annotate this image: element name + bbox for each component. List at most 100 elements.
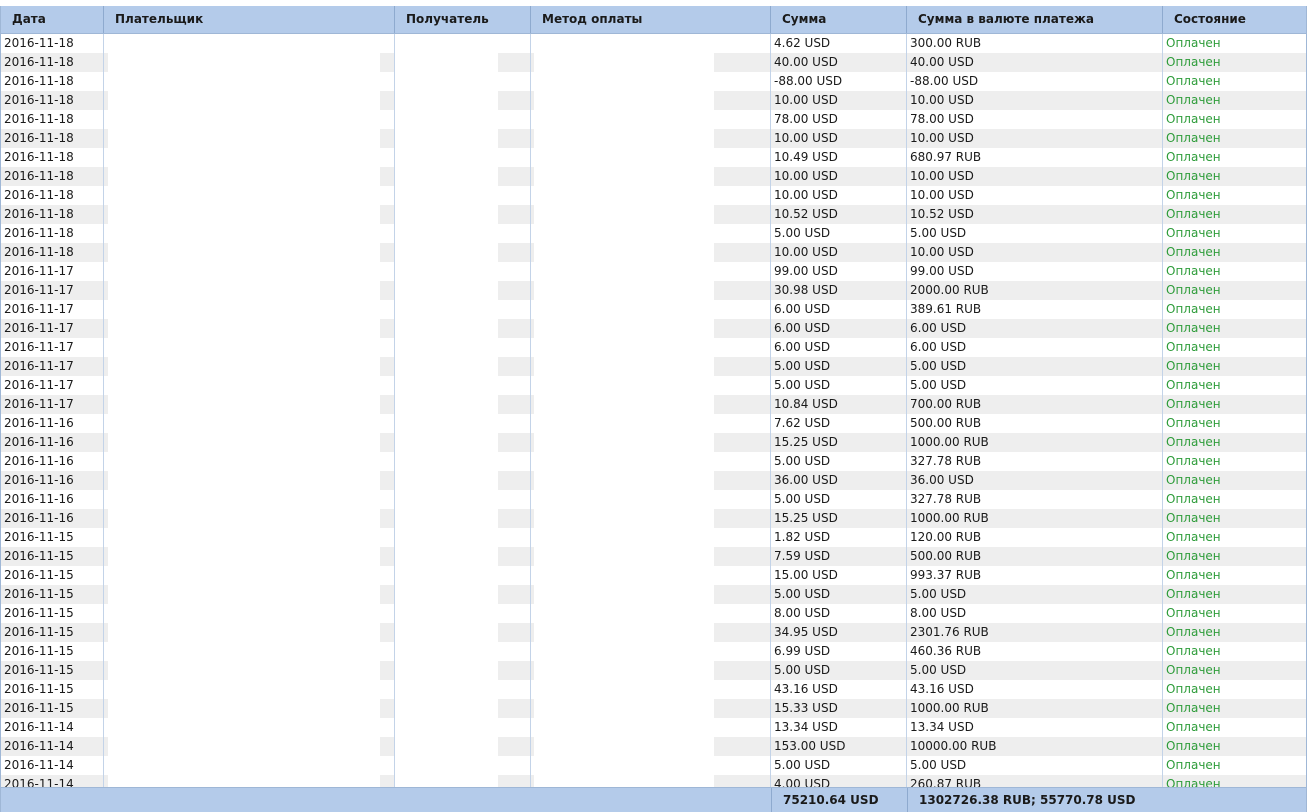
table-row[interactable]: 2016-11-16 5.00 USD 327.78 RUB Оплачен	[1, 490, 1306, 509]
table-row[interactable]: 2016-11-17 99.00 USD 99.00 USD Оплачен	[1, 262, 1306, 281]
cell-payment-method	[531, 414, 771, 433]
table-row[interactable]: 2016-11-14 153.00 USD 10000.00 RUB Оплачен	[1, 737, 1306, 756]
cell-date: 2016-11-15	[1, 623, 104, 642]
cell-amount: 5.00 USD	[771, 224, 907, 243]
cell-recipient	[395, 319, 531, 338]
cell-amount: 30.98 USD	[771, 281, 907, 300]
table-row[interactable]: 2016-11-17 6.00 USD 389.61 RUB Оплачен	[1, 300, 1306, 319]
column-header-payment-currency-amount[interactable]: Сумма в валюте платежа	[907, 6, 1163, 33]
cell-recipient	[395, 167, 531, 186]
cell-payment-method	[531, 699, 771, 718]
cell-payment-method	[531, 319, 771, 338]
table-row[interactable]: 2016-11-16 7.62 USD 500.00 RUB Оплачен	[1, 414, 1306, 433]
table-row[interactable]: 2016-11-15 43.16 USD 43.16 USD Оплачен	[1, 680, 1306, 699]
cell-status: Оплачен	[1166, 226, 1221, 240]
cell-date: 2016-11-18	[1, 110, 104, 129]
table-row[interactable]: 2016-11-15 5.00 USD 5.00 USD Оплачен	[1, 661, 1306, 680]
table-row[interactable]: 2016-11-14 5.00 USD 5.00 USD Оплачен	[1, 756, 1306, 775]
table-row[interactable]: 2016-11-17 5.00 USD 5.00 USD Оплачен	[1, 376, 1306, 395]
table-row[interactable]: 2016-11-15 8.00 USD 8.00 USD Оплачен	[1, 604, 1306, 623]
cell-payer	[104, 471, 395, 490]
cell-payer	[104, 262, 395, 281]
cell-amount: 5.00 USD	[771, 376, 907, 395]
table-row[interactable]: 2016-11-17 6.00 USD 6.00 USD Оплачен	[1, 338, 1306, 357]
cell-date: 2016-11-18	[1, 243, 104, 262]
cell-payment-method	[531, 224, 771, 243]
table-row[interactable]: 2016-11-16 36.00 USD 36.00 USD Оплачен	[1, 471, 1306, 490]
table-row[interactable]: 2016-11-18 10.00 USD 10.00 USD Оплачен	[1, 243, 1306, 262]
column-header-status[interactable]: Состояние	[1163, 6, 1299, 33]
cell-amount: 10.00 USD	[771, 91, 907, 110]
cell-payment-currency-amount: 500.00 RUB	[907, 547, 1163, 566]
table-row[interactable]: 2016-11-18 4.62 USD 300.00 RUB Оплачен	[1, 34, 1306, 53]
table-row[interactable]: 2016-11-15 7.59 USD 500.00 RUB Оплачен	[1, 547, 1306, 566]
table-row[interactable]: 2016-11-18 10.52 USD 10.52 USD Оплачен	[1, 205, 1306, 224]
column-header-date[interactable]: Дата	[1, 6, 104, 33]
table-row[interactable]: 2016-11-18 10.00 USD 10.00 USD Оплачен	[1, 167, 1306, 186]
table-row[interactable]: 2016-11-15 15.00 USD 993.37 RUB Оплачен	[1, 566, 1306, 585]
cell-amount: 5.00 USD	[771, 452, 907, 471]
cell-amount: 34.95 USD	[771, 623, 907, 642]
column-header-payment-method[interactable]: Метод оплаты	[531, 6, 771, 33]
cell-payment-currency-amount: 40.00 USD	[907, 53, 1163, 72]
cell-payment-currency-amount: 36.00 USD	[907, 471, 1163, 490]
table-row[interactable]: 2016-11-16 5.00 USD 327.78 RUB Оплачен	[1, 452, 1306, 471]
cell-amount: 99.00 USD	[771, 262, 907, 281]
cell-payer	[104, 186, 395, 205]
cell-status: Оплачен	[1166, 55, 1221, 69]
table-row[interactable]: 2016-11-17 6.00 USD 6.00 USD Оплачен	[1, 319, 1306, 338]
table-row[interactable]: 2016-11-18 5.00 USD 5.00 USD Оплачен	[1, 224, 1306, 243]
table-row[interactable]: 2016-11-15 6.99 USD 460.36 RUB Оплачен	[1, 642, 1306, 661]
cell-payment-method	[531, 110, 771, 129]
cell-payer	[104, 623, 395, 642]
cell-payer	[104, 490, 395, 509]
table-row[interactable]: 2016-11-18 -88.00 USD -88.00 USD Оплачен	[1, 72, 1306, 91]
cell-payment-method	[531, 642, 771, 661]
table-row[interactable]: 2016-11-18 78.00 USD 78.00 USD Оплачен	[1, 110, 1306, 129]
table-row[interactable]: 2016-11-15 5.00 USD 5.00 USD Оплачен	[1, 585, 1306, 604]
table-row[interactable]: 2016-11-18 10.00 USD 10.00 USD Оплачен	[1, 186, 1306, 205]
cell-recipient	[395, 91, 531, 110]
cell-date: 2016-11-16	[1, 509, 104, 528]
cell-payer	[104, 243, 395, 262]
cell-recipient	[395, 281, 531, 300]
cell-amount: 5.00 USD	[771, 357, 907, 376]
table-row[interactable]: 2016-11-17 10.84 USD 700.00 RUB Оплачен	[1, 395, 1306, 414]
table-row[interactable]: 2016-11-14 13.34 USD 13.34 USD Оплачен	[1, 718, 1306, 737]
cell-status: Оплачен	[1166, 606, 1221, 620]
cell-date: 2016-11-18	[1, 186, 104, 205]
table-row[interactable]: 2016-11-18 10.00 USD 10.00 USD Оплачен	[1, 91, 1306, 110]
cell-date: 2016-11-17	[1, 281, 104, 300]
cell-status: Оплачен	[1166, 682, 1221, 696]
cell-status: Оплачен	[1166, 720, 1221, 734]
table-row[interactable]: 2016-11-18 10.49 USD 680.97 RUB Оплачен	[1, 148, 1306, 167]
table-row[interactable]: 2016-11-16 15.25 USD 1000.00 RUB Оплачен	[1, 509, 1306, 528]
table-row[interactable]: 2016-11-14 4.00 USD 260.87 RUB Оплачен	[1, 775, 1306, 787]
table-row[interactable]: 2016-11-15 1.82 USD 120.00 RUB Оплачен	[1, 528, 1306, 547]
table-row[interactable]: 2016-11-15 15.33 USD 1000.00 RUB Оплачен	[1, 699, 1306, 718]
cell-payer	[104, 395, 395, 414]
table-row[interactable]: 2016-11-16 15.25 USD 1000.00 RUB Оплачен	[1, 433, 1306, 452]
total-payment-currency-amount: 1302726.38 RUB; 55770.78 USD	[907, 788, 1299, 812]
table-row[interactable]: 2016-11-17 5.00 USD 5.00 USD Оплачен	[1, 357, 1306, 376]
table-row[interactable]: 2016-11-18 40.00 USD 40.00 USD Оплачен	[1, 53, 1306, 72]
cell-amount: 10.49 USD	[771, 148, 907, 167]
cell-payment-currency-amount: 2301.76 RUB	[907, 623, 1163, 642]
cell-amount: 40.00 USD	[771, 53, 907, 72]
table-row[interactable]: 2016-11-15 34.95 USD 2301.76 RUB Оплачен	[1, 623, 1306, 642]
table-row[interactable]: 2016-11-18 10.00 USD 10.00 USD Оплачен	[1, 129, 1306, 148]
cell-payment-method	[531, 281, 771, 300]
cell-status: Оплачен	[1166, 245, 1221, 259]
cell-payment-currency-amount: 10.52 USD	[907, 205, 1163, 224]
cell-recipient	[395, 756, 531, 775]
cell-date: 2016-11-17	[1, 338, 104, 357]
cell-payment-currency-amount: 260.87 RUB	[907, 775, 1163, 787]
column-header-payer[interactable]: Плательщик	[104, 6, 395, 33]
column-header-amount[interactable]: Сумма	[771, 6, 907, 33]
cell-payer	[104, 737, 395, 756]
cell-payment-currency-amount: 43.16 USD	[907, 680, 1163, 699]
table-row[interactable]: 2016-11-17 30.98 USD 2000.00 RUB Оплачен	[1, 281, 1306, 300]
cell-recipient	[395, 509, 531, 528]
cell-payment-currency-amount: -88.00 USD	[907, 72, 1163, 91]
column-header-recipient[interactable]: Получатель	[395, 6, 531, 33]
